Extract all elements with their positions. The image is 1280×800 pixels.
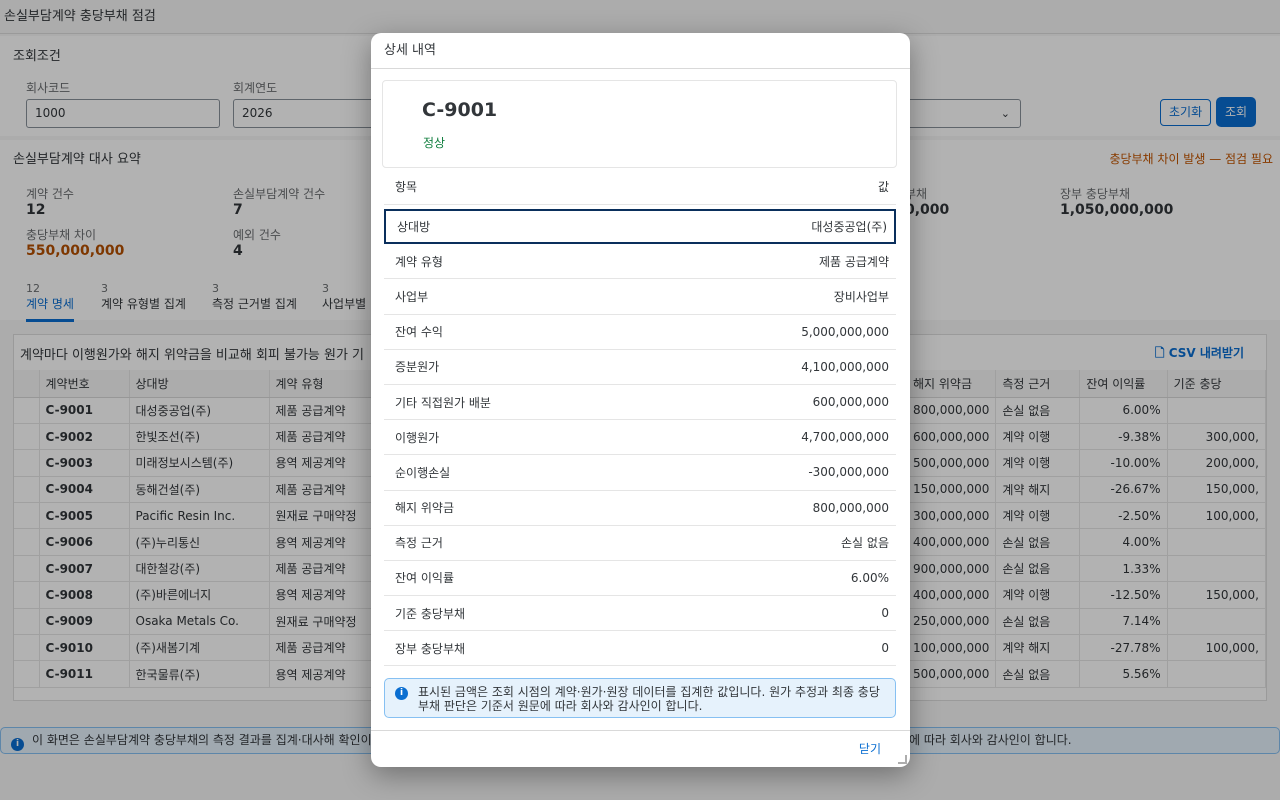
detail-row-label: 사업부	[395, 289, 429, 304]
detail-row-value: 800,000,000	[812, 500, 889, 515]
detail-row[interactable]: 잔여 수익 5,000,000,000	[384, 315, 896, 350]
detail-row-value: 4,100,000,000	[801, 359, 889, 374]
detail-row[interactable]: 계약 유형 제품 공급계약	[384, 244, 896, 280]
detail-row-value: -300,000,000	[808, 465, 889, 480]
object-header: C-9001 정상	[382, 80, 897, 168]
detail-row-label: 측정 근거	[395, 536, 443, 551]
close-button[interactable]: 닫기	[859, 740, 881, 757]
detail-row-value: 5,000,000,000	[801, 324, 889, 339]
detail-row-value: 4,700,000,000	[801, 430, 889, 445]
detail-row-value: 제품 공급계약	[818, 254, 889, 269]
detail-row[interactable]: 기준 충당부채 0	[384, 596, 896, 632]
detail-row-value: 대성중공업(주)	[811, 220, 887, 235]
detail-row-value: 0	[881, 641, 889, 656]
detail-dialog: 상세 내역 C-9001 정상 항목 값 상대방 대성중공업(주) 계약 유형 제품 …	[371, 33, 910, 767]
detail-row-label: 잔여 수익	[395, 325, 443, 340]
detail-row[interactable]: 장부 충당부채 0	[384, 631, 896, 667]
detail-row[interactable]: 이행원가 4,700,000,000	[384, 420, 896, 456]
detail-row[interactable]: 기타 직접원가 배분 600,000,000	[384, 385, 896, 421]
detail-list-header: 항목 값	[384, 169, 896, 205]
col-item-label: 항목	[395, 180, 418, 194]
detail-row[interactable]: 측정 근거 손실 없음	[384, 526, 896, 561]
detail-row-label: 장부 충당부채	[395, 641, 466, 656]
detail-row-value: 600,000,000	[812, 395, 889, 410]
detail-row-value: 손실 없음	[841, 536, 889, 551]
detail-row-value: 장비사업부	[833, 289, 889, 304]
detail-row-label: 기준 충당부채	[395, 606, 466, 621]
object-status: 정상	[423, 136, 446, 150]
detail-row-label: 이행원가	[395, 430, 440, 445]
info-icon: i	[395, 687, 408, 700]
detail-row[interactable]: 잔여 이익률 6.00%	[384, 561, 896, 597]
detail-row-label: 기타 직접원가 배분	[395, 395, 491, 410]
col-value-label: 값	[877, 180, 889, 194]
object-title: C-9001	[422, 99, 498, 121]
dialog-title: 상세 내역	[371, 33, 910, 69]
detail-row-label: 잔여 이익률	[395, 571, 455, 586]
detail-row[interactable]: 순이행손실 -300,000,000	[384, 455, 896, 491]
dialog-footer: 닫기	[371, 730, 910, 767]
dialog-info-text: 표시된 금액은 조회 시점의 계약·원가·원장 데이터를 집계한 값입니다. 원…	[418, 685, 880, 713]
detail-list: 항목 값 상대방 대성중공업(주) 계약 유형 제품 공급계약사업부 장비사업부잔여 수…	[384, 169, 896, 667]
detail-row-value: 6.00%	[850, 570, 889, 585]
resize-handle-icon[interactable]	[898, 755, 907, 764]
detail-row-label: 계약 유형	[395, 254, 443, 269]
detail-row[interactable]: 해지 위약금 800,000,000	[384, 491, 896, 526]
dialog-info-message: i 표시된 금액은 조회 시점의 계약·원가·원장 데이터를 집계한 값입니다.…	[384, 678, 896, 718]
detail-row[interactable]: 사업부 장비사업부	[384, 279, 896, 315]
detail-row-label: 해지 위약금	[395, 501, 455, 516]
detail-row-value: 0	[881, 606, 889, 621]
detail-row-label: 증분원가	[395, 360, 440, 375]
detail-row[interactable]: 상대방 대성중공업(주)	[384, 209, 896, 245]
detail-row-label: 상대방	[397, 220, 431, 235]
detail-row[interactable]: 증분원가 4,100,000,000	[384, 350, 896, 385]
detail-row-label: 순이행손실	[395, 465, 451, 480]
